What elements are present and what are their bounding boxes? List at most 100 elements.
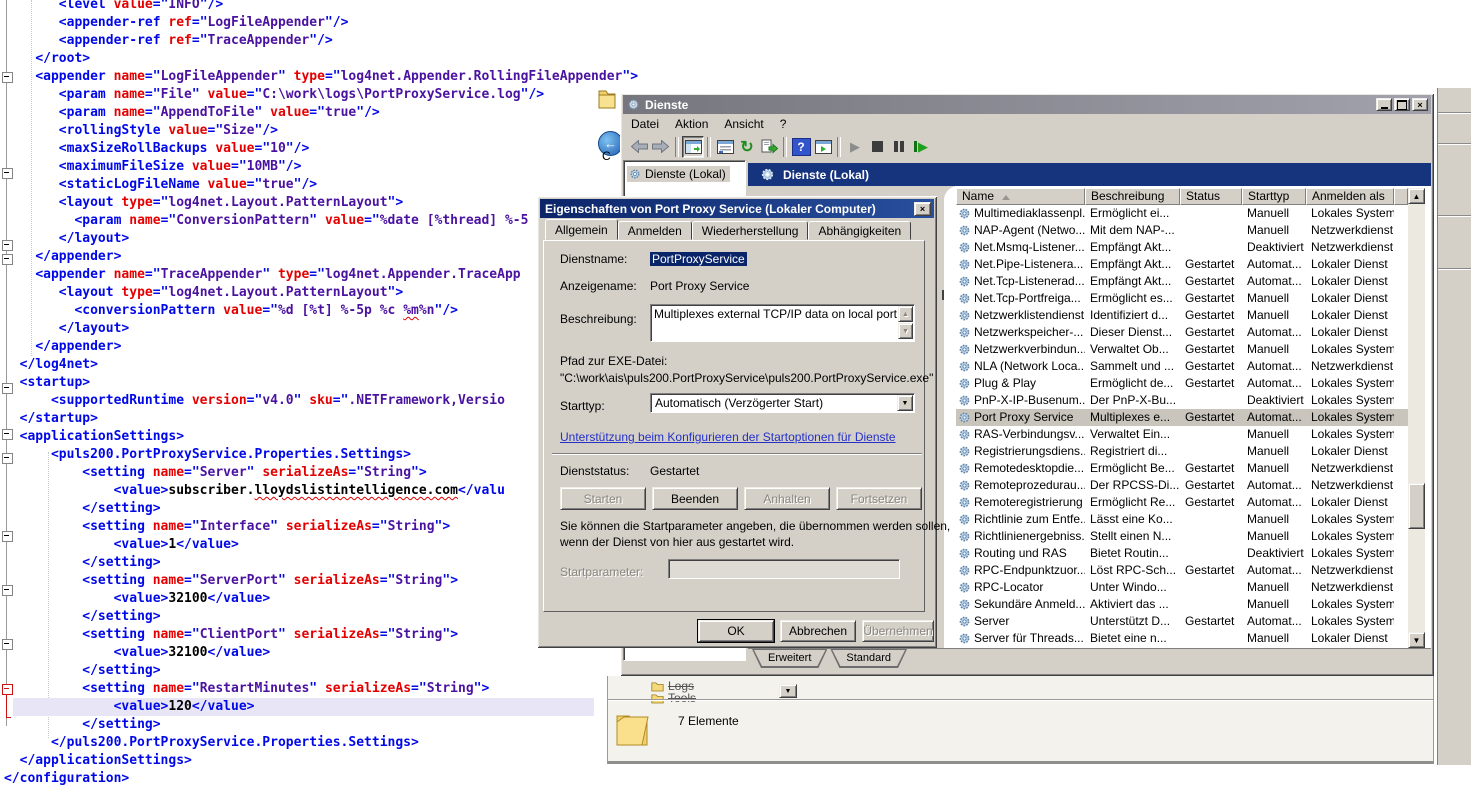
cell-beschreibung: Bietet eine n...	[1085, 630, 1180, 647]
forward-icon[interactable]	[650, 136, 672, 158]
table-row[interactable]: NLA (Network Loca...Sammelt und ...Gesta…	[956, 358, 1408, 375]
pause-service-icon[interactable]	[888, 136, 910, 158]
table-row[interactable]: ServerUnterstützt D...GestartetAutomat..…	[956, 613, 1408, 630]
übernehmen-button: Übernehmen	[862, 620, 934, 642]
services-window-titlebar[interactable]: Dienste ×	[623, 95, 1431, 114]
menu-item-datei[interactable]: Datei	[623, 115, 667, 133]
code-line: </setting>	[4, 662, 161, 680]
startparameter-input[interactable]	[668, 559, 900, 579]
stop-service-icon[interactable]	[866, 136, 888, 158]
table-row[interactable]: Remoteprozedurau...Der RPCSS-Di...Gestar…	[956, 477, 1408, 494]
menu-item-ansicht[interactable]: Ansicht	[716, 115, 771, 133]
starttyp-combobox[interactable]: Automatisch (Verzögerter Start) ▼	[650, 393, 915, 413]
table-row[interactable]: Server für Threads...Bietet eine n...Man…	[956, 630, 1408, 647]
show-console-tree-icon[interactable]	[682, 136, 704, 158]
menu-item-aktion[interactable]: Aktion	[667, 115, 716, 133]
column-header-beschreibung[interactable]: Beschreibung	[1085, 188, 1180, 205]
minimize-button[interactable]	[1376, 98, 1392, 111]
fold-toggle[interactable]	[2, 168, 13, 179]
table-row[interactable]: Net.Msmq-Listener...Empfängt Akt...Deakt…	[956, 239, 1408, 256]
table-row[interactable]: RAS-Verbindungsv...Verwaltet Ein...Manue…	[956, 426, 1408, 443]
fold-toggle[interactable]	[2, 429, 13, 440]
cell-anmelden_als: Lokaler Dienst	[1306, 307, 1394, 324]
export-list-icon[interactable]	[758, 136, 780, 158]
maximize-button[interactable]	[1394, 98, 1410, 111]
table-row[interactable]: Net.Tcp-Listenerad...Empfängt Akt...Gest…	[956, 273, 1408, 290]
fold-toggle[interactable]	[2, 453, 13, 464]
column-header-anmelden_als[interactable]: Anmelden als	[1306, 188, 1394, 205]
fold-toggle[interactable]	[2, 383, 13, 394]
tab-allgemein[interactable]: Allgemein	[545, 219, 618, 240]
table-row[interactable]: Routing und RASBietet Routin...Deaktivie…	[956, 545, 1408, 562]
folder-list-item[interactable]: Tools	[651, 691, 696, 705]
column-header-name[interactable]: Name	[956, 188, 1085, 205]
table-row[interactable]: Port Proxy ServiceMultiplexes e...Gestar…	[956, 409, 1408, 426]
help-icon[interactable]: ?	[790, 136, 812, 158]
fold-toggle[interactable]	[2, 531, 13, 542]
tree-item-dienste-lokal[interactable]: Dienste (Lokal)	[627, 166, 730, 182]
table-row[interactable]: Multimediaklassenpl...Ermöglicht ei...Ma…	[956, 205, 1408, 222]
table-row[interactable]: Sekundäre Anmeld...Aktiviert das ...Manu…	[956, 596, 1408, 613]
view-tabs: ErweitertStandard	[748, 648, 1431, 668]
back-icon[interactable]	[628, 136, 650, 158]
dienstname-value[interactable]: PortProxyService	[650, 252, 747, 266]
dialog-titlebar[interactable]: Eigenschaften von Port Proxy Service (Lo…	[540, 199, 934, 218]
view-tab-erweitert[interactable]: Erweitert	[752, 649, 827, 668]
table-row[interactable]: NAP-Agent (Netwo...Mit dem NAP-...Manuel…	[956, 222, 1408, 239]
cell-name: Net.Msmq-Listener...	[956, 239, 1085, 256]
table-row[interactable]: Remotedesktopdie...Ermöglicht Be...Gesta…	[956, 460, 1408, 477]
close-button[interactable]: ×	[1412, 98, 1428, 111]
table-row[interactable]: Netzwerkspeicher-...Dieser Dienst...Gest…	[956, 324, 1408, 341]
beschreibung-textarea[interactable]: Multiplexes external TCP/IP data on loca…	[650, 304, 915, 342]
gear-icon	[629, 168, 641, 180]
table-row[interactable]: RPC-LocatorUnter Windo...ManuellNetzwerk…	[956, 579, 1408, 596]
chevron-down-icon[interactable]: ▼	[897, 395, 913, 411]
cell-name: Registrierungsdiens...	[956, 443, 1085, 460]
menu-item-?[interactable]: ?	[772, 115, 795, 133]
services-table[interactable]: Multimediaklassenpl...Ermöglicht ei...Ma…	[956, 205, 1408, 648]
column-header-starttyp[interactable]: Starttyp	[1242, 188, 1306, 205]
table-row[interactable]: RPC-Endpunktzuor...Löst RPC-Sch...Gestar…	[956, 562, 1408, 579]
table-row[interactable]: NetzwerklistendienstIdentifiziert d...Ge…	[956, 307, 1408, 324]
fold-toggle[interactable]	[2, 72, 13, 83]
table-row[interactable]: Richtlinie zum Entfe...Lässt eine Ko...M…	[956, 511, 1408, 528]
table-row[interactable]: Netzwerkverbindun...Verwaltet Ob...Gesta…	[956, 341, 1408, 358]
table-row[interactable]: RemoteregistrierungErmöglicht Re...Gesta…	[956, 494, 1408, 511]
vertical-scrollbar[interactable]: ▲ ▼	[1408, 188, 1425, 648]
table-row[interactable]: Net.Pipe-Listenera...Empfängt Akt...Gest…	[956, 256, 1408, 273]
splitter-handle[interactable]	[942, 290, 944, 300]
dropdown-button[interactable]: ▼	[779, 684, 797, 698]
scroll-up-icon[interactable]: ▲	[1408, 188, 1425, 204]
fold-toggle[interactable]	[2, 639, 13, 650]
table-row[interactable]: Registrierungsdiens...Registriert di...M…	[956, 443, 1408, 460]
scroll-down-icon[interactable]: ▼	[898, 323, 913, 339]
scroll-up-icon[interactable]: ▲	[898, 306, 913, 322]
table-row[interactable]: Net.Tcp-Portfreiga...Ermöglicht es...Ges…	[956, 290, 1408, 307]
restart-service-icon[interactable]: ▶	[910, 136, 932, 158]
fold-toggle[interactable]	[2, 585, 13, 596]
start-service-icon[interactable]: ▶	[844, 136, 866, 158]
view-tab-standard[interactable]: Standard	[830, 649, 907, 668]
startoptions-help-link[interactable]: Unterstützung beim Konfigurieren der Sta…	[560, 430, 896, 444]
tab-wiederherstellung[interactable]: Wiederherstellung	[692, 221, 809, 240]
table-row[interactable]: PnP-X-IP-Busenum...Der PnP-X-Bu...Deakti…	[956, 392, 1408, 409]
column-header-status[interactable]: Status	[1180, 188, 1242, 205]
fold-toggle[interactable]	[2, 254, 13, 265]
properties-icon[interactable]	[714, 136, 736, 158]
fold-toggle[interactable]	[2, 684, 13, 695]
scroll-down-icon[interactable]: ▼	[1408, 632, 1425, 648]
refresh-icon[interactable]: ↻	[736, 136, 758, 158]
close-icon[interactable]: ×	[914, 202, 931, 216]
table-row[interactable]: Richtlinienergebniss...Stellt einen N...…	[956, 528, 1408, 545]
abbrechen-button[interactable]: Abbrechen	[780, 620, 856, 642]
tab-anmelden[interactable]: Anmelden	[618, 221, 692, 240]
table-row[interactable]: Plug & PlayErmöglicht de...GestartetAuto…	[956, 375, 1408, 392]
cell-name: Port Proxy Service	[956, 409, 1085, 426]
scrollbar-thumb[interactable]	[1408, 483, 1425, 529]
fold-toggle[interactable]	[2, 240, 13, 251]
taskpad-view-icon[interactable]	[812, 136, 834, 158]
tab-abhängigkeiten[interactable]: Abhängigkeiten	[808, 221, 911, 240]
ok-button[interactable]: OK	[698, 620, 774, 642]
cell-beschreibung: Löst RPC-Sch...	[1085, 562, 1180, 579]
beenden-button[interactable]: Beenden	[652, 487, 738, 510]
